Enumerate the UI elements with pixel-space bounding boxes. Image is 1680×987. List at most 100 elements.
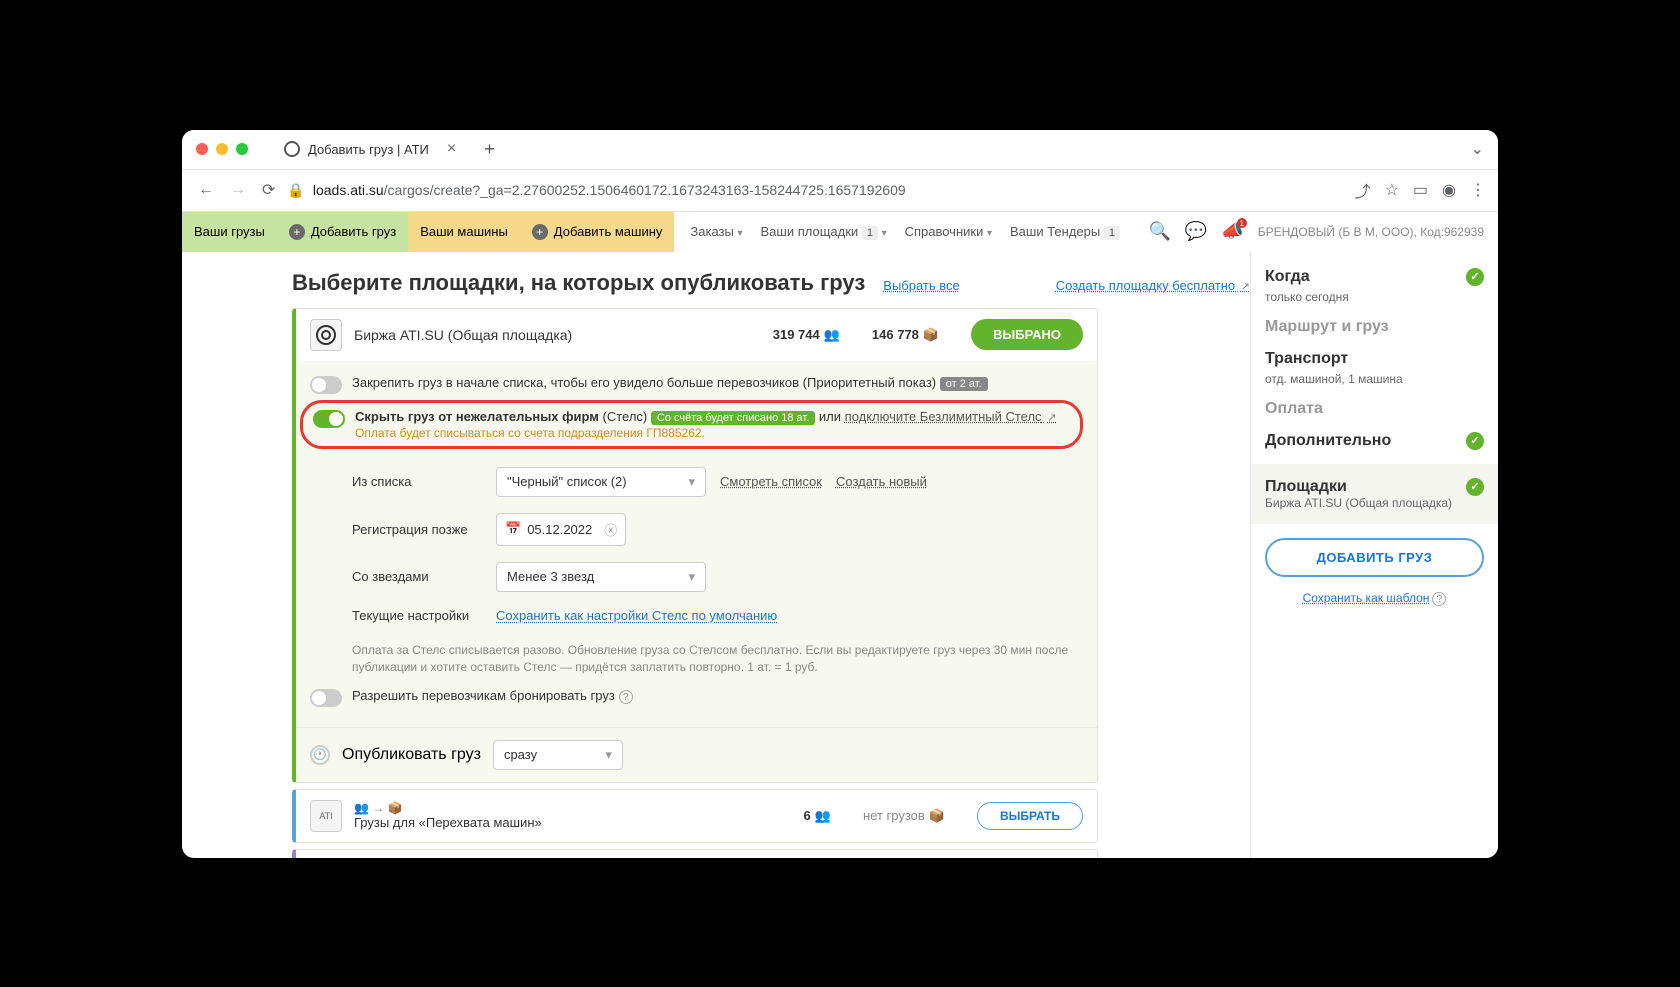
people-icon: 👥 (824, 327, 840, 343)
platform-name: Биржа ATI.SU (Общая площадка) (354, 327, 761, 343)
url-field[interactable]: 🔒 loads.ati.su/cargos/create?_ga=2.27600… (287, 182, 1346, 199)
chevron-down-icon: ▾ (688, 474, 695, 490)
check-icon: ✓ (1466, 478, 1484, 496)
hide-price-badge: Со счёта будет списано 18 ат. (651, 411, 815, 425)
stars-select[interactable]: Менее 3 звезд▾ (496, 562, 706, 592)
box-icon: 📦 (929, 808, 945, 824)
current-settings-label: Текущие настройки (352, 608, 482, 625)
new-tab-button[interactable]: + (484, 139, 495, 160)
platform-logo-icon: ATI (310, 800, 342, 832)
reg-after-label: Регистрация позже (352, 522, 482, 537)
lock-icon: 🔒 (287, 182, 304, 199)
chevron-down-icon: ▾ (737, 228, 742, 239)
menu-icon[interactable]: ⋮ (1470, 180, 1486, 200)
bookmark-icon[interactable]: ☆ (1385, 180, 1399, 200)
stars-label: Со звездами (352, 569, 482, 584)
platform-card-main: Биржа ATI.SU (Общая площадка) 319 744 👥 … (292, 308, 1098, 783)
calendar-icon: 📅 (505, 521, 521, 537)
publish-label: Опубликовать груз (342, 746, 481, 764)
right-panel: Когда✓ только сегодня Маршрут и груз Тра… (1250, 252, 1498, 858)
platform-card-2: ATI 👥 → 📦 Грузы для «Перехвата машин» 6 … (292, 789, 1098, 843)
publish-select[interactable]: сразу▾ (493, 740, 623, 770)
from-list-label: Из списка (352, 474, 482, 489)
rp-platforms[interactable]: Площадки✓ Биржа ATI.SU (Общая площадка) (1251, 464, 1498, 524)
main-content: Выберите площадки, на которых опубликова… (182, 252, 1250, 858)
pin-toggle[interactable] (310, 376, 342, 394)
platform-select-button[interactable]: ВЫБРАТЬ (977, 802, 1083, 830)
search-icon[interactable]: 🔍 (1148, 221, 1170, 242)
view-list-link[interactable]: Смотреть список (720, 474, 822, 489)
allow-booking-text: Разрешить перевозчикам бронировать груз? (352, 688, 1083, 704)
address-bar: ← → ⟳ 🔒 loads.ati.su/cargos/create?_ga=2… (182, 170, 1498, 212)
nav-your-cargos[interactable]: Ваши грузы (182, 212, 277, 252)
nav-orders[interactable]: Заказы ▾ (690, 224, 742, 239)
tab-close-icon[interactable]: × (447, 140, 456, 158)
clock-icon: 🕐 (310, 745, 330, 765)
check-icon: ✓ (1466, 268, 1484, 286)
share-icon[interactable]: ⤴ (1355, 178, 1371, 202)
tab-title: Добавить груз | АТИ (308, 142, 429, 157)
page-title: Выберите площадки, на которых опубликова… (292, 270, 865, 296)
allow-booking-toggle[interactable] (310, 689, 342, 707)
platform-selected-button[interactable]: ВЫБРАНО (971, 319, 1083, 350)
platform-logo-icon (310, 319, 342, 351)
pin-price-badge: от 2 ат. (940, 377, 988, 391)
nav-add-vehicle[interactable]: +Добавить машину (520, 212, 675, 252)
nav-back-icon[interactable]: ← (194, 177, 218, 203)
rp-when[interactable]: Когда✓ только сегодня (1265, 268, 1484, 304)
plus-icon: + (289, 224, 305, 240)
titlebar: Добавить груз | АТИ × + ⌄ (182, 130, 1498, 170)
company-name[interactable]: БРЕНДОВЫЙ (Б В М, ООО), Код:962939 (1258, 225, 1484, 239)
hide-warning-text: Оплата будет списываться со счета подраз… (355, 426, 1070, 440)
window-minimize[interactable] (216, 143, 228, 155)
external-link-icon: ↗ (1241, 281, 1250, 293)
nav-reload-icon[interactable]: ⟳ (258, 176, 279, 204)
help-icon[interactable]: ? (1432, 592, 1446, 606)
window-close[interactable] (196, 143, 208, 155)
browser-tab[interactable]: Добавить груз | АТИ × (270, 132, 470, 166)
unlimited-stealth-link[interactable]: подключите Безлимитный Стелс ↗ (845, 409, 1057, 424)
help-icon[interactable]: ? (619, 690, 633, 704)
chat-icon[interactable]: 💬 (1185, 221, 1207, 242)
chevron-down-icon: ▾ (882, 228, 887, 239)
clear-date-icon[interactable]: ⓧ (604, 520, 617, 539)
chevron-down-icon: ▾ (605, 747, 612, 763)
nav-your-vehicles[interactable]: Ваши машины (408, 212, 520, 252)
nav-directories[interactable]: Справочники ▾ (905, 224, 992, 239)
reg-after-date-input[interactable]: 📅 05.12.2022 ⓧ (496, 513, 626, 546)
plus-icon: + (532, 224, 548, 240)
profile-icon[interactable]: ◉ (1442, 180, 1456, 200)
nav-forward-icon: → (226, 177, 250, 203)
rp-extra[interactable]: Дополнительно✓ (1265, 432, 1484, 450)
chevron-down-icon: ▾ (688, 569, 695, 585)
hide-option-text: Скрыть груз от нежелательных фирм (Стелс… (355, 409, 647, 424)
platform-stat-users: 319 744 👥 (773, 327, 840, 343)
hide-toggle[interactable] (313, 410, 345, 428)
add-cargo-button[interactable]: ДОБАВИТЬ ГРУЗ (1265, 538, 1484, 577)
select-all-link[interactable]: Выбрать все (883, 278, 959, 293)
external-link-icon: ↗ (1047, 412, 1056, 424)
pin-option-text: Закрепить груз в начале списка, чтобы ег… (352, 375, 1083, 390)
hide-option-highlighted: Скрыть груз от нежелательных фирм (Стелс… (300, 400, 1083, 449)
rp-transport[interactable]: Транспорт отд. машиной, 1 машина (1265, 350, 1484, 386)
rp-payment[interactable]: Оплата (1265, 400, 1484, 418)
rp-route[interactable]: Маршрут и груз (1265, 318, 1484, 336)
save-default-link[interactable]: Сохранить как настройки Стелс по умолчан… (496, 608, 777, 623)
nav-your-platforms[interactable]: Ваши площадки 1 ▾ (761, 224, 887, 239)
check-icon: ✓ (1466, 432, 1484, 450)
reader-icon[interactable]: ▭ (1413, 180, 1428, 200)
tab-favicon-icon (284, 141, 300, 157)
nav-add-cargo[interactable]: +Добавить груз (277, 212, 408, 252)
create-platform-link[interactable]: Создать площадку бесплатно ↗ (1056, 278, 1250, 293)
window-maximize[interactable] (236, 143, 248, 155)
megaphone-icon[interactable]: 📣1 (1221, 221, 1243, 242)
save-template-link[interactable]: Сохранить как шаблон? (1265, 591, 1484, 606)
tabs-dropdown-icon[interactable]: ⌄ (1471, 139, 1484, 159)
box-icon: 📦 (923, 327, 939, 343)
platform-stat-cargos: 146 778 📦 (872, 327, 939, 343)
platform-name: Грузы для «Перехвата машин» (354, 815, 542, 830)
nav-your-tenders[interactable]: Ваши Тендеры 1 (1010, 224, 1120, 239)
chevron-down-icon: ▾ (987, 228, 992, 239)
create-new-link[interactable]: Создать новый (836, 474, 927, 489)
from-list-select[interactable]: "Черный" список (2)▾ (496, 467, 706, 497)
